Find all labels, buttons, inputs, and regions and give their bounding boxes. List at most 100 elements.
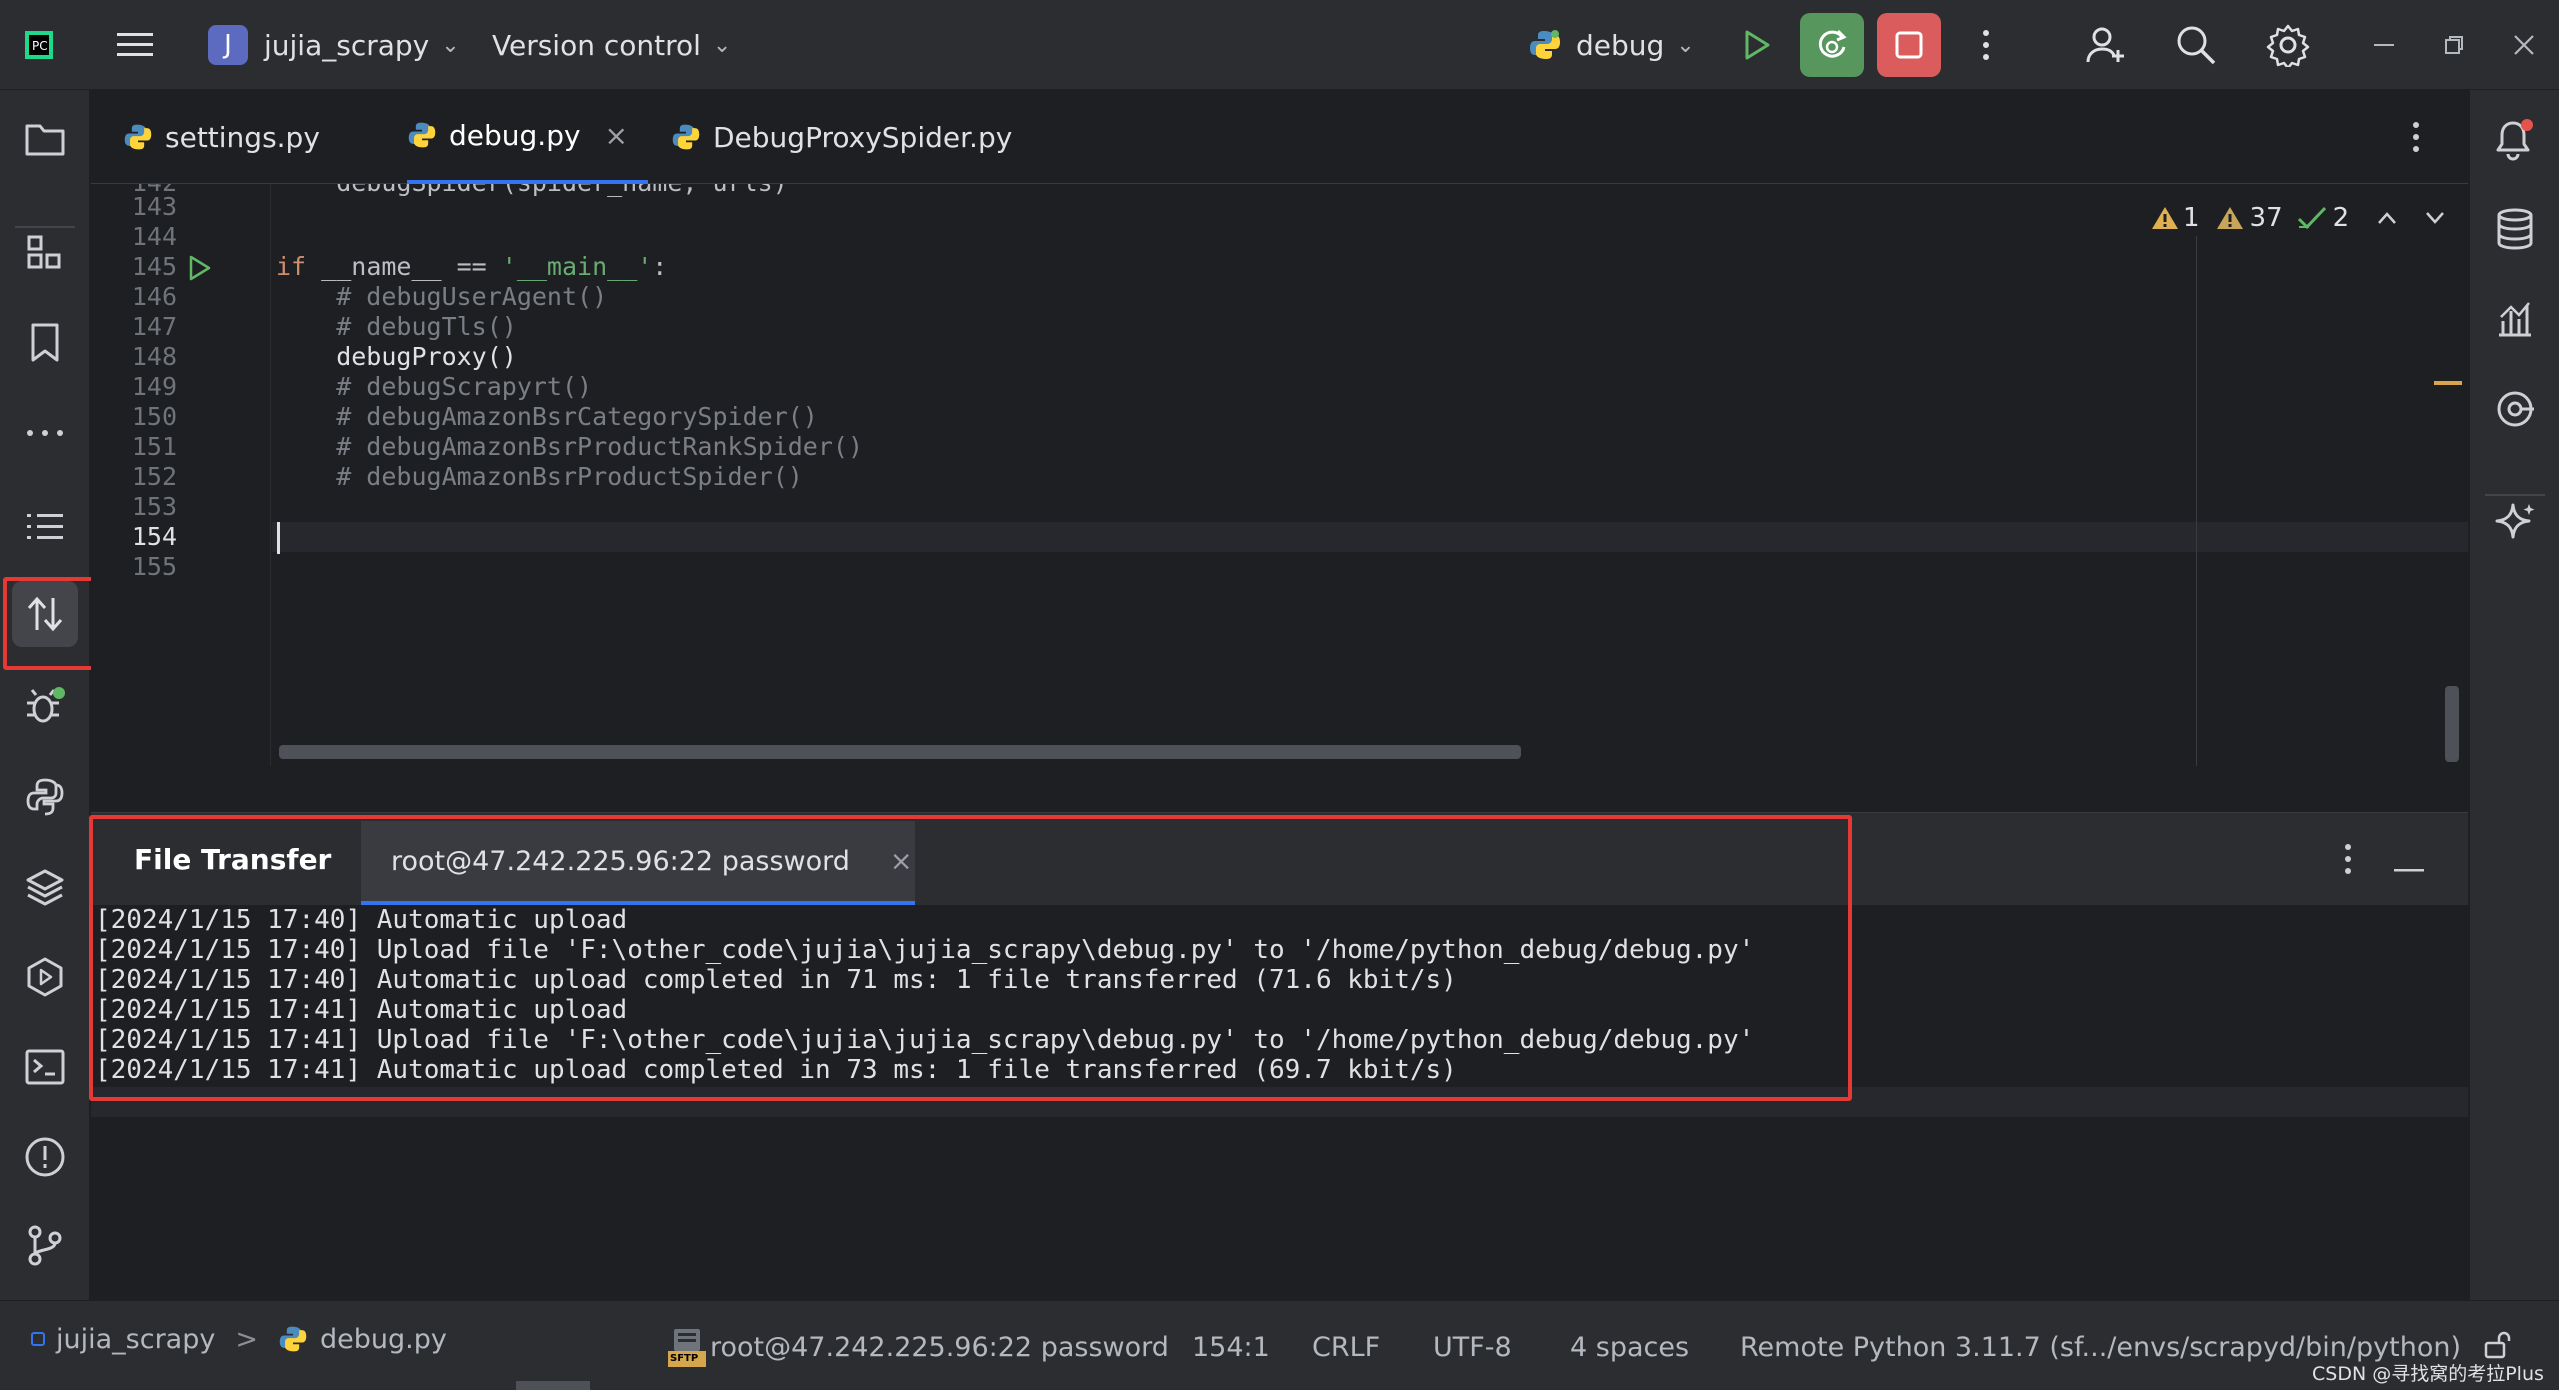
stop-button[interactable] <box>1877 13 1941 77</box>
breadcrumb-project[interactable]: jujia_scrapy <box>56 1324 215 1355</box>
log-line: [2024/1/15 17:41] Automatic upload <box>95 995 628 1025</box>
app-logo-icon[interactable]: PC <box>22 0 56 90</box>
close-tab-icon[interactable]: × <box>605 119 628 152</box>
version-control-menu[interactable]: Version control ⌄ <box>492 0 731 90</box>
code-line-main-guard: if __name__ == '__main__': <box>276 252 667 281</box>
connection-label: root@47.242.225.96:22 password <box>710 1331 1169 1363</box>
restore-window-icon[interactable] <box>2422 13 2486 77</box>
horizontal-scrollbar-thumb[interactable] <box>279 745 1521 759</box>
svg-text:PC: PC <box>32 39 48 53</box>
panel-title: File Transfer <box>134 842 332 876</box>
line-number: 144 <box>131 222 177 251</box>
log-line: [2024/1/15 17:40] Automatic upload compl… <box>95 965 1457 995</box>
log-line: [2024/1/15 17:41] Upload file 'F:\other_… <box>95 1025 1755 1055</box>
sftp-server-icon: SFTP <box>668 1327 706 1367</box>
more-actions-icon[interactable] <box>1954 13 2018 77</box>
breadcrumb[interactable]: jujia_scrapy > debug.py <box>30 1301 447 1377</box>
line-number: 145 <box>131 252 177 281</box>
line-number: 152 <box>131 462 177 491</box>
search-icon[interactable] <box>2164 13 2228 77</box>
endpoints-target-icon[interactable] <box>2482 376 2548 442</box>
code-with-me-icon[interactable] <box>2074 13 2138 77</box>
tab-debug-py[interactable]: debug.py × <box>407 90 649 184</box>
line-separator[interactable]: CRLF <box>1312 1309 1380 1385</box>
close-tab-icon[interactable]: × <box>890 846 913 877</box>
code-editor[interactable]: 142 143 144 145 146 147 148 149 150 151 … <box>91 184 2468 766</box>
tabs-more-icon[interactable] <box>2411 90 2421 184</box>
error-warning-icon <box>2152 207 2178 229</box>
project-selector[interactable]: J jujia_scrapy ⌄ <box>208 0 460 90</box>
debug-bug-icon[interactable] <box>12 674 78 740</box>
right-tool-window-bar <box>2469 90 2559 1300</box>
line-number: 155 <box>131 552 177 581</box>
warning-scroll-marker[interactable] <box>2434 381 2462 385</box>
file-transfer-tool-button[interactable] <box>12 581 78 647</box>
tab-debugproxyspider-py[interactable]: DebugProxySpider.py <box>671 90 1012 184</box>
error-count: 1 <box>2183 203 2200 233</box>
main-menu-icon[interactable] <box>115 0 155 90</box>
python-file-icon <box>124 124 152 150</box>
status-bar: jujia_scrapy > debug.py SFTP root@47.242… <box>0 1300 2559 1390</box>
tab-session-connection[interactable]: root@47.242.225.96:22 password × <box>361 821 915 905</box>
code-line: # debugAmazonBsrProductSpider() <box>276 462 803 491</box>
minimize-panel-icon[interactable] <box>2394 857 2424 876</box>
bookmark-icon[interactable] <box>12 310 78 376</box>
python-console-icon[interactable] <box>12 764 78 830</box>
module-icon <box>31 1332 45 1346</box>
left-tool-window-bar <box>0 90 90 1300</box>
run-button[interactable] <box>1724 13 1788 77</box>
breadcrumb-file[interactable]: debug.py <box>320 1324 447 1355</box>
sftp-connection-widget[interactable]: SFTP root@47.242.225.96:22 password <box>668 1309 1169 1385</box>
file-encoding[interactable]: UTF-8 <box>1433 1309 1512 1385</box>
structure-icon[interactable] <box>12 220 78 286</box>
project-badge: J <box>208 25 248 65</box>
python-file-icon <box>672 124 700 150</box>
right-margin-guide <box>2196 236 2197 766</box>
stop-icon <box>1895 31 1923 59</box>
status-scroll-thumb <box>516 1381 590 1390</box>
scientific-mode-chart-icon[interactable] <box>2482 286 2548 352</box>
line-number: 143 <box>131 192 177 221</box>
settings-gear-icon[interactable] <box>2256 13 2320 77</box>
run-config-selector[interactable]: debug ⌄ <box>1528 0 1695 90</box>
services-icon[interactable] <box>12 944 78 1010</box>
todo-list-icon[interactable] <box>12 494 78 560</box>
indent-setting[interactable]: 4 spaces <box>1570 1309 1689 1385</box>
code-text: : <box>652 252 668 281</box>
tab-settings-py[interactable]: settings.py <box>123 90 320 184</box>
chevron-down-icon: ⌄ <box>441 32 460 58</box>
database-icon[interactable] <box>2482 196 2548 262</box>
more-tools-icon[interactable] <box>12 400 78 466</box>
minimize-window-icon[interactable] <box>2352 13 2416 77</box>
line-number: 146 <box>131 282 177 311</box>
python-file-icon <box>279 1326 307 1352</box>
log-empty-row <box>91 1087 2468 1117</box>
ai-assistant-sparkle-icon[interactable] <box>2482 490 2548 556</box>
notifications-bell-icon[interactable] <box>2482 106 2548 172</box>
terminal-icon[interactable] <box>12 1034 78 1100</box>
run-config-label: debug <box>1576 28 1665 62</box>
rerun-debug-button[interactable] <box>1800 13 1864 77</box>
run-gutter-play-icon[interactable] <box>185 254 213 286</box>
close-window-icon[interactable] <box>2492 13 2556 77</box>
project-folder-icon[interactable] <box>12 106 78 172</box>
vertical-scrollbar-thumb[interactable] <box>2445 686 2459 762</box>
chevron-up-icon[interactable] <box>2377 211 2397 225</box>
inspection-widget[interactable]: 1 37 2 <box>2151 198 2445 238</box>
tab-label: debug.py <box>449 118 581 152</box>
problems-icon[interactable] <box>12 1124 78 1190</box>
caret-position[interactable]: 154:1 <box>1192 1309 1270 1385</box>
warning-icon <box>2216 207 2243 229</box>
chevron-down-icon[interactable] <box>2425 211 2445 225</box>
python-packages-layers-icon[interactable] <box>12 854 78 920</box>
title-bar: PC J jujia_scrapy ⌄ Version control ⌄ de… <box>0 0 2559 90</box>
session-tab-label: root@47.242.225.96:22 password <box>391 845 850 877</box>
version-control-label: Version control <box>492 28 701 62</box>
tab-label: settings.py <box>165 120 320 154</box>
line-number-gutter: 142 143 144 145 146 147 148 149 150 151 … <box>91 184 271 766</box>
line-number: 147 <box>131 312 177 341</box>
tab-label: DebugProxySpider.py <box>713 120 1013 154</box>
git-branch-icon[interactable] <box>12 1212 78 1278</box>
current-line-highlight <box>272 522 2468 552</box>
panel-options-icon[interactable] <box>2343 843 2353 879</box>
